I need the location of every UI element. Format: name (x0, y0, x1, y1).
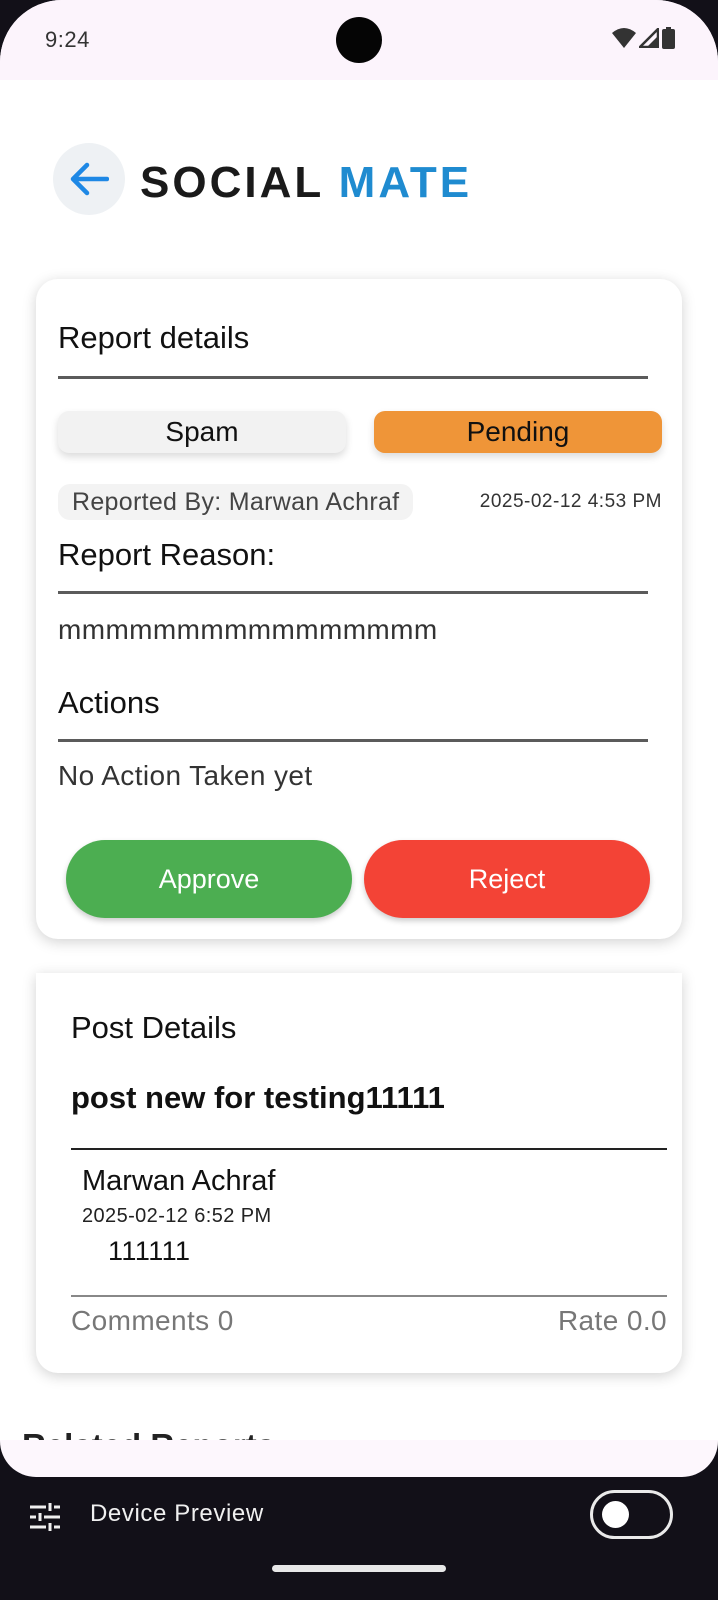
report-date: 2025-02-12 4:53 PM (479, 491, 662, 512)
divider (71, 1148, 667, 1150)
app-logo: SOCIAL MATE (140, 158, 472, 208)
device-preview-bar: Device Preview (0, 1477, 718, 1600)
device-preview-toggle[interactable] (590, 1490, 673, 1539)
status-icons (612, 27, 675, 49)
report-details-card: Report details Spam Pending Reported By:… (36, 279, 682, 939)
actions-title: Actions (58, 685, 160, 720)
battery-icon (662, 27, 675, 49)
logo-text-mate: MATE (338, 158, 473, 207)
camera-cutout (336, 17, 382, 63)
comments-count[interactable]: Comments 0 (71, 1305, 234, 1337)
related-reports-title: Related Reports (22, 1427, 275, 1440)
post-title: post new for testing11111 (71, 1080, 445, 1115)
post-body: 111111 (108, 1236, 191, 1266)
report-reason-title: Report Reason: (58, 537, 276, 572)
wifi-icon (612, 28, 636, 48)
reject-button[interactable]: Reject (364, 840, 650, 918)
reported-by-label: Reported By: Marwan Achraf (58, 484, 414, 520)
phone-screen: 9:24 SOCIAL MATE Report details Spam Pen… (0, 0, 718, 1477)
approve-button[interactable]: Approve (66, 840, 352, 918)
report-screen: SOCIAL MATE Report details Spam Pending … (0, 80, 718, 1440)
home-indicator[interactable] (272, 1565, 446, 1572)
post-rate: Rate 0.0 (557, 1305, 667, 1336)
report-type-chip: Spam (58, 411, 346, 453)
post-author: Marwan Achraf (82, 1165, 276, 1197)
toggle-knob (602, 1501, 629, 1528)
logo-text-social: SOCIAL (140, 158, 324, 207)
post-details-card: Post Details post new for testing11111 M… (36, 973, 682, 1373)
post-date: 2025-02-12 6:52 PM (82, 1205, 272, 1227)
tune-icon[interactable] (30, 1502, 60, 1532)
post-details-title: Post Details (71, 1010, 237, 1045)
status-time: 9:24 (45, 27, 90, 52)
divider (58, 376, 648, 379)
signal-icon (639, 28, 659, 48)
divider (58, 591, 648, 594)
arrow-left-icon (70, 162, 109, 196)
device-preview-label: Device Preview (90, 1500, 264, 1527)
divider (58, 739, 648, 742)
report-status-chip: Pending (374, 411, 662, 453)
back-button[interactable] (53, 143, 125, 215)
report-details-title: Report details (58, 320, 250, 355)
actions-status-text: No Action Taken yet (58, 760, 313, 791)
status-bar: 9:24 (0, 0, 718, 80)
report-reason-text: mmmmmmmmmmmmmmmm (58, 614, 438, 645)
divider (71, 1295, 667, 1297)
